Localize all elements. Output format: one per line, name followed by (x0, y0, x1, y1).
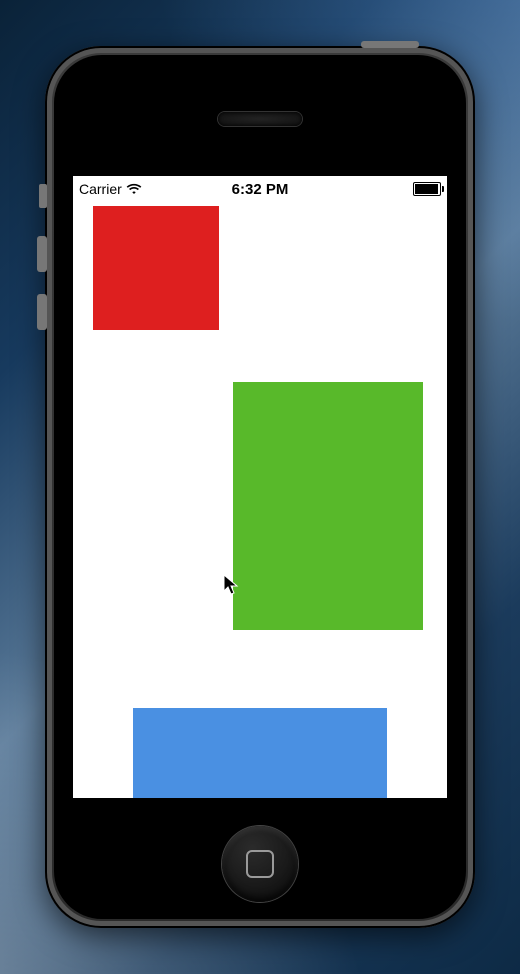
clock-label: 6:32 PM (232, 181, 289, 198)
volume-up-button (37, 236, 47, 272)
power-button (361, 41, 419, 48)
macos-desktop: Carrier 6:32 PM (0, 0, 520, 974)
app-root-view[interactable] (73, 202, 447, 798)
mute-switch (39, 184, 47, 208)
wifi-icon (126, 183, 142, 195)
green-rectangle-view[interactable] (233, 382, 423, 630)
device-screen[interactable]: Carrier 6:32 PM (73, 176, 447, 798)
battery-icon (413, 182, 441, 196)
ios-status-bar: Carrier 6:32 PM (73, 176, 447, 202)
volume-down-button (37, 294, 47, 330)
carrier-label: Carrier (79, 181, 122, 197)
iphone-device-frame: Carrier 6:32 PM (45, 46, 475, 928)
red-rectangle-view[interactable] (93, 206, 219, 330)
home-button[interactable] (222, 826, 298, 902)
earpiece-speaker (218, 112, 302, 126)
blue-rectangle-view[interactable] (133, 708, 387, 798)
